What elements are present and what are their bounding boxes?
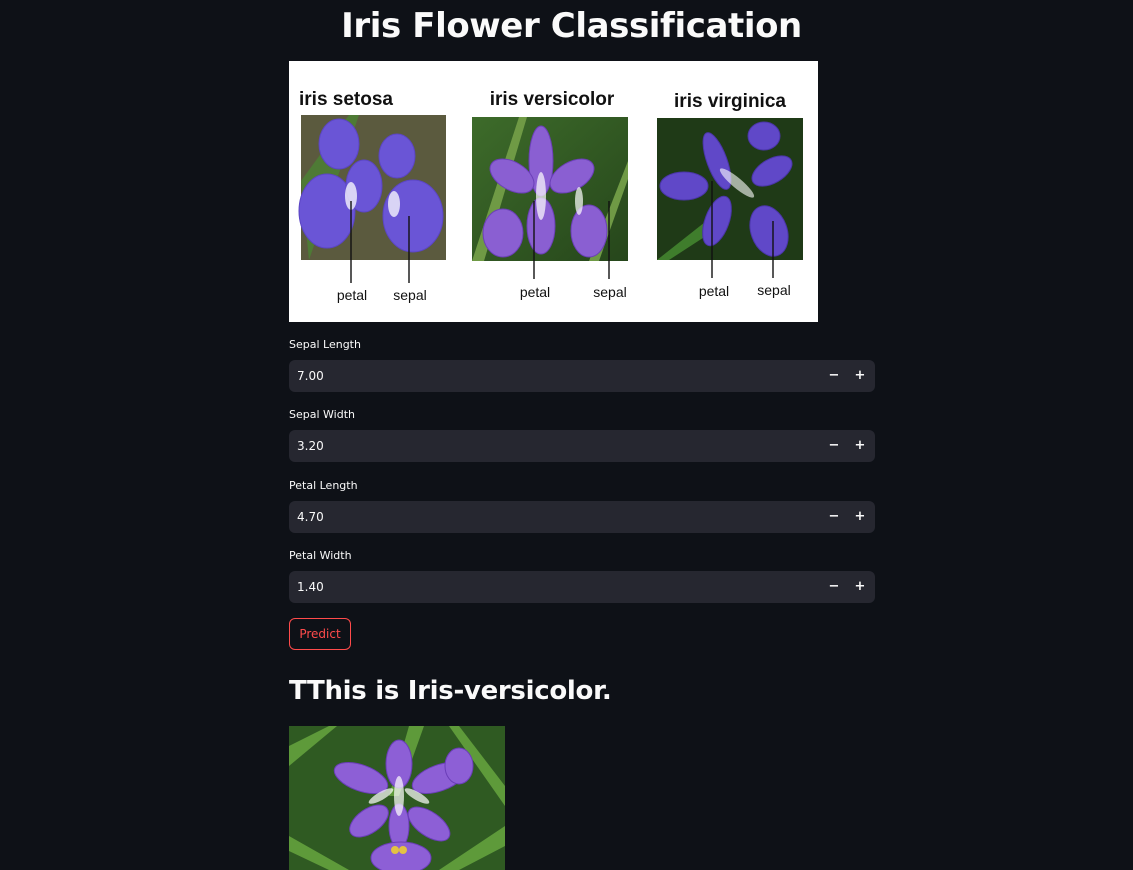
predict-button[interactable]: Predict	[289, 618, 351, 650]
petal-width-stepper: − +	[289, 571, 875, 603]
virginica-sepal-label: sepal	[757, 282, 790, 298]
versicolor-petal-label: petal	[520, 284, 550, 300]
plus-icon[interactable]: +	[847, 571, 873, 603]
plus-icon[interactable]: +	[847, 430, 873, 462]
setosa-photo	[298, 115, 446, 283]
plus-icon[interactable]: +	[847, 360, 873, 392]
petal-width-input[interactable]	[297, 571, 797, 603]
sepal-length-input[interactable]	[297, 360, 797, 392]
petal-width-label: Petal Width	[289, 549, 352, 562]
sepal-width-input[interactable]	[297, 430, 797, 462]
versicolor-photo	[472, 117, 628, 279]
sepal-width-field: Sepal Width − +	[289, 408, 875, 462]
petal-length-field: Petal Length − +	[289, 479, 875, 533]
species-name-versicolor: iris versicolor	[490, 89, 615, 110]
iris-species-image: iris setosa petal sepal iris versicolor …	[289, 61, 818, 322]
petal-length-input[interactable]	[297, 501, 797, 533]
sepal-width-label: Sepal Width	[289, 408, 355, 421]
virginica-photo	[657, 118, 803, 278]
petal-width-field: Petal Width − +	[289, 549, 875, 603]
species-name-virginica: iris virginica	[674, 91, 786, 112]
minus-icon[interactable]: −	[821, 360, 847, 392]
petal-length-stepper: − +	[289, 501, 875, 533]
minus-icon[interactable]: −	[821, 430, 847, 462]
species-name-setosa: iris setosa	[299, 89, 393, 110]
minus-icon[interactable]: −	[821, 501, 847, 533]
petal-length-label: Petal Length	[289, 479, 358, 492]
setosa-petal-label: petal	[337, 287, 367, 303]
sepal-length-stepper: − +	[289, 360, 875, 392]
sepal-length-field: Sepal Length − +	[289, 338, 875, 392]
setosa-sepal-label: sepal	[393, 287, 426, 303]
versicolor-sepal-label: sepal	[593, 284, 626, 300]
page-title: Iris Flower Classification	[341, 6, 802, 46]
predicted-flower-image	[289, 726, 505, 870]
app-page: Iris Flower Classification iris setosa p…	[0, 0, 1133, 870]
sepal-width-stepper: − +	[289, 430, 875, 462]
virginica-petal-label: petal	[699, 283, 729, 299]
minus-icon[interactable]: −	[821, 571, 847, 603]
prediction-result: TThis is Iris-versicolor.	[289, 676, 612, 706]
plus-icon[interactable]: +	[847, 501, 873, 533]
sepal-length-label: Sepal Length	[289, 338, 361, 351]
